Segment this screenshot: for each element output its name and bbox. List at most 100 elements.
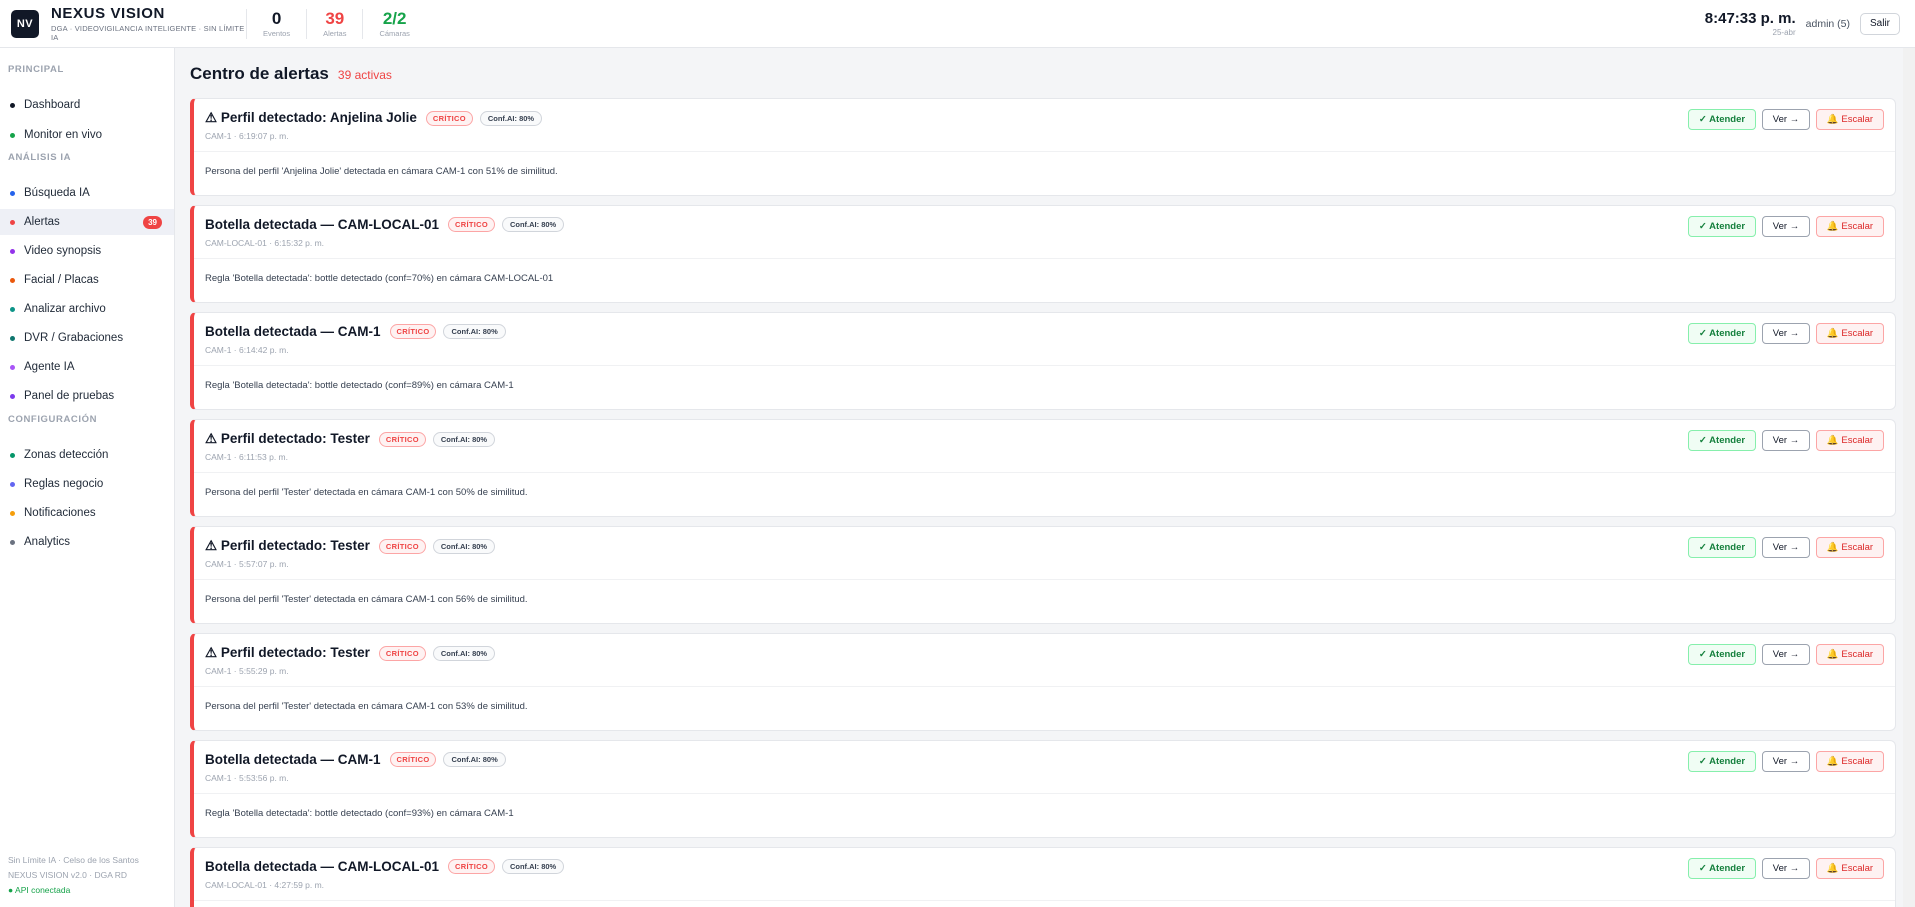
top-header: NV NEXUS VISION DGA · VIDEOVIGILANCIA IN…	[0, 0, 1915, 48]
dot-icon	[10, 539, 15, 545]
confidence-badge: Conf.AI: 80%	[443, 752, 506, 767]
severity-badge: CRÍTICO	[378, 645, 426, 661]
severity-badge: CRÍTICO	[448, 859, 495, 874]
escalate-button[interactable]: 🔔 Escalar	[1816, 216, 1884, 237]
card-divider	[194, 686, 1895, 687]
alert-title: ⚠ Perfil detectado: Tester	[205, 431, 370, 446]
sidebar-item-reglas[interactable]: Reglas negocio	[0, 471, 174, 497]
severity-badge: CRÍTICO	[448, 217, 495, 232]
dot-icon	[10, 452, 15, 458]
dot-icon	[10, 132, 15, 138]
alert-actions: ✓ Atender Ver → 🔔 Escalar	[1682, 751, 1884, 772]
view-button[interactable]: Ver →	[1762, 109, 1810, 130]
attend-button[interactable]: ✓ Atender	[1688, 109, 1756, 130]
alert-meta: CAM-1 · 6:14:42 p. m.	[205, 345, 289, 355]
escalate-button[interactable]: 🔔 Escalar	[1816, 323, 1884, 344]
sidebar-item-zonas[interactable]: Zonas detección	[0, 442, 174, 468]
alert-actions: ✓ Atender Ver → 🔔 Escalar	[1682, 537, 1884, 558]
escalate-button[interactable]: 🔔 Escalar	[1816, 644, 1884, 665]
alert-title-row: Botella detectada — CAM-LOCAL-01 CRÍTICO C…	[205, 859, 565, 874]
attend-button[interactable]: ✓ Atender	[1688, 216, 1756, 237]
alert-title-row: ⚠ Perfil detectado: Tester CRÍTICO Conf.AI…	[205, 645, 496, 661]
logout-button[interactable]: Salir	[1860, 12, 1900, 35]
card-divider	[194, 900, 1895, 901]
alert-meta: CAM-1 · 5:53:56 p. m.	[205, 773, 289, 783]
alert-card: ⚠ Perfil detectado: Tester CRÍTICO Conf.AI…	[190, 526, 1896, 624]
sidebar-item-label: Monitor en vivo	[24, 129, 102, 141]
view-button[interactable]: Ver →	[1762, 323, 1810, 344]
sidebar-item-dashboard[interactable]: Dashboard	[0, 92, 174, 118]
alert-actions: ✓ Atender Ver → 🔔 Escalar	[1682, 216, 1884, 237]
sidebar-item-label: Reglas negocio	[24, 478, 104, 490]
sidebar-item-dvr[interactable]: DVR / Grabaciones	[0, 325, 174, 351]
sidebar-item-analizar[interactable]: Analizar archivo	[0, 296, 174, 322]
page-title: Centro de alertas	[190, 64, 329, 83]
sidebar-item-label: Búsqueda IA	[24, 187, 90, 199]
escalate-button[interactable]: 🔔 Escalar	[1816, 858, 1884, 879]
alert-meta: CAM-LOCAL-01 · 6:15:32 p. m.	[205, 238, 325, 248]
escalate-button[interactable]: 🔔 Escalar	[1816, 109, 1884, 130]
alert-description: Regla 'Botella detectada': bottle detect…	[205, 273, 554, 284]
sidebar-item-synopsis[interactable]: Video synopsis	[0, 238, 174, 264]
attend-button[interactable]: ✓ Atender	[1688, 323, 1756, 344]
alert-description: Persona del perfil 'Tester' detectada en…	[205, 701, 528, 712]
api-status: ● API conectada	[8, 885, 71, 895]
sidebar-item-facial[interactable]: Facial / Placas	[0, 267, 174, 293]
escalate-button[interactable]: 🔔 Escalar	[1816, 537, 1884, 558]
confidence-badge: Conf.AI: 80%	[479, 110, 543, 126]
sidebar-item-alertas[interactable]: Alertas 39	[0, 209, 174, 235]
view-button[interactable]: Ver →	[1762, 644, 1810, 665]
confidence-badge: Conf.AI: 80%	[501, 859, 565, 874]
sidebar-item-label: Alertas	[24, 216, 60, 228]
scrollbar[interactable]	[1903, 48, 1915, 907]
view-button[interactable]: Ver →	[1762, 858, 1810, 879]
sidebar-section-principal: PRINCIPAL	[8, 64, 64, 75]
alert-meta: CAM-1 · 5:57:07 p. m.	[205, 559, 289, 569]
alert-description: Persona del perfil 'Tester' detectada en…	[205, 487, 528, 498]
view-button[interactable]: Ver →	[1762, 751, 1810, 772]
alert-title-row: Botella detectada — CAM-1 CRÍTICO Conf.AI:…	[205, 324, 506, 339]
card-divider	[194, 258, 1895, 259]
page-header: Centro de alertas 39 activas	[190, 64, 392, 84]
dot-icon	[10, 306, 15, 312]
attend-button[interactable]: ✓ Atender	[1688, 644, 1756, 665]
sidebar-item-notificaciones[interactable]: Notificaciones	[0, 500, 174, 526]
attend-button[interactable]: ✓ Atender	[1688, 537, 1756, 558]
stat-alerts: 39 Alertas	[307, 9, 362, 38]
severity-badge: CRÍTICO	[378, 431, 426, 447]
dot-icon	[10, 393, 15, 399]
brand-subtitle: DGA · VIDEOVIGILANCIA INTELIGENTE · SIN …	[51, 23, 245, 42]
sidebar-item-busqueda[interactable]: Búsqueda IA	[0, 180, 174, 206]
dot-icon	[10, 364, 15, 370]
sidebar-item-analytics[interactable]: Analytics	[0, 529, 174, 555]
brand-name: NEXUS VISION	[51, 4, 165, 22]
view-button[interactable]: Ver →	[1762, 537, 1810, 558]
attend-button[interactable]: ✓ Atender	[1688, 858, 1756, 879]
attend-button[interactable]: ✓ Atender	[1688, 751, 1756, 772]
escalate-button[interactable]: 🔔 Escalar	[1816, 751, 1884, 772]
confidence-badge: Conf.AI: 80%	[501, 217, 565, 232]
view-button[interactable]: Ver →	[1762, 216, 1810, 237]
clock-time: 8:47:33 p. m.	[1704, 9, 1796, 27]
alert-meta: CAM-1 · 6:19:07 p. m.	[205, 131, 289, 141]
alert-card: Botella detectada — CAM-LOCAL-01 CRÍTICO C…	[190, 847, 1896, 907]
dot-icon	[10, 248, 15, 254]
sidebar-item-label: Agente IA	[24, 361, 75, 373]
sidebar-item-pruebas[interactable]: Panel de pruebas	[0, 383, 174, 409]
escalate-button[interactable]: 🔔 Escalar	[1816, 430, 1884, 451]
sidebar-item-label: DVR / Grabaciones	[24, 332, 124, 344]
sidebar-item-agente[interactable]: Agente IA	[0, 354, 174, 380]
alert-card: Botella detectada — CAM-1 CRÍTICO Conf.AI:…	[190, 312, 1896, 410]
footer-version: NEXUS VISION v2.0 · DGA RD	[8, 870, 128, 880]
view-button[interactable]: Ver →	[1762, 430, 1810, 451]
alert-actions: ✓ Atender Ver → 🔔 Escalar	[1682, 858, 1884, 879]
alert-title-row: ⚠ Perfil detectado: Tester CRÍTICO Conf.AI…	[205, 431, 496, 447]
attend-button[interactable]: ✓ Atender	[1688, 430, 1756, 451]
sidebar-item-label: Zonas detección	[24, 449, 109, 461]
sidebar-item-monitor[interactable]: Monitor en vivo	[0, 122, 174, 148]
alert-description: Persona del perfil 'Tester' detectada en…	[205, 594, 528, 605]
severity-badge: CRÍTICO	[378, 538, 426, 554]
alert-title-row: Botella detectada — CAM-LOCAL-01 CRÍTICO C…	[205, 217, 565, 232]
confidence-badge: Conf.AI: 80%	[432, 645, 496, 661]
footer-credit: Sin Límite IA · Celso de los Santos	[8, 855, 139, 865]
